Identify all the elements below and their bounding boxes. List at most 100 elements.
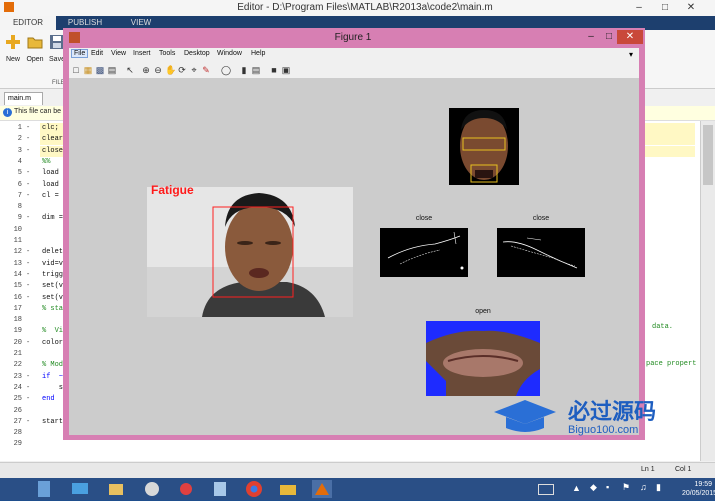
battery-icon[interactable]: ▮: [656, 482, 661, 493]
zoom-in-icon[interactable]: ⊕: [141, 65, 151, 75]
editor-titlebar: Editor - D:\Program Files\MATLAB\R2013a\…: [0, 0, 715, 17]
media-icon[interactable]: [142, 480, 162, 498]
file-tab-main[interactable]: main.m: [4, 92, 43, 105]
chrome-icon[interactable]: [244, 480, 264, 498]
snipping-tool-icon[interactable]: [176, 480, 196, 498]
line-number: 8: [17, 203, 22, 212]
remote-desktop-icon[interactable]: [70, 480, 90, 498]
edit-plot-icon[interactable]: ↖: [125, 65, 135, 75]
legend-icon[interactable]: ▤: [251, 65, 261, 75]
figure-canvas: Fatigue close close open: [69, 79, 639, 435]
save-figure-icon[interactable]: ▩: [95, 65, 105, 75]
scrollbar-thumb[interactable]: [703, 125, 713, 185]
menubar-arrow-icon[interactable]: ▾: [629, 50, 633, 59]
breakpoint-marker[interactable]: -: [26, 271, 30, 279]
line-number: 21: [13, 350, 22, 358]
line-number: 3: [17, 146, 22, 155]
line-number: 29: [13, 440, 22, 449]
line-number: 2: [17, 135, 22, 144]
line-number: 23: [13, 372, 22, 381]
breakpoint-marker[interactable]: -: [26, 214, 30, 222]
open-button[interactable]: Open: [24, 34, 46, 63]
breakpoint-marker[interactable]: -: [26, 181, 30, 189]
line-number: 5: [17, 169, 22, 178]
axes-title-open: open: [475, 308, 491, 315]
data-cursor-icon[interactable]: ⌖: [189, 65, 199, 75]
figure-minimize-button[interactable]: –: [581, 30, 601, 44]
breakpoint-marker[interactable]: -: [26, 192, 30, 200]
clock[interactable]: 19:59 20/05/2015: [682, 480, 715, 498]
code-line[interactable]: clear: [42, 135, 63, 143]
network-icon[interactable]: ▪: [606, 482, 609, 492]
matlab-figure-icon: [69, 32, 80, 43]
new-figure-icon[interactable]: □: [71, 65, 81, 75]
folder-taskbar-icon[interactable]: [278, 480, 298, 498]
hide-tools-icon[interactable]: ■: [269, 65, 279, 75]
breakpoint-marker[interactable]: -: [26, 169, 30, 177]
breakpoint-marker[interactable]: -: [26, 260, 30, 268]
plus-icon: [5, 34, 21, 50]
menu-tools[interactable]: Tools: [159, 50, 175, 57]
code-line[interactable]: %%: [42, 158, 50, 166]
explorer-icon[interactable]: [106, 480, 126, 498]
minimize-button[interactable]: –: [628, 1, 650, 14]
code-comment-fragment: pace propert: [646, 360, 697, 368]
breakpoint-marker[interactable]: -: [26, 147, 30, 155]
menu-file[interactable]: File: [71, 49, 89, 58]
keyboard-icon[interactable]: [538, 484, 554, 495]
bluetooth-icon[interactable]: ◆: [590, 482, 597, 493]
menu-view[interactable]: View: [111, 50, 126, 57]
breakpoint-marker[interactable]: -: [26, 248, 30, 256]
link-plot-icon[interactable]: ◯: [221, 65, 231, 75]
line-number: 9: [17, 214, 22, 223]
menu-help[interactable]: Help: [251, 50, 265, 57]
graduation-cap-logo: [494, 400, 556, 432]
breakpoint-marker[interactable]: -: [26, 124, 30, 132]
line-number: 7: [17, 191, 22, 200]
figure-close-button[interactable]: ✕: [617, 30, 643, 44]
line-number: 28: [13, 429, 22, 438]
code-line[interactable]: close: [42, 147, 63, 155]
figure-toolbar: □ ▦ ▩ ▤ ↖ ⊕ ⊖ ✋ ⟳ ⌖ ✎ ◯ ▮ ▤ ■ ▣: [69, 62, 639, 79]
watermark: 必过源码 Biguo100.com: [490, 392, 715, 442]
close-button[interactable]: ✕: [680, 1, 702, 14]
breakpoint-marker[interactable]: -: [26, 418, 30, 426]
code-line[interactable]: end: [42, 395, 55, 403]
breakpoint-marker[interactable]: -: [26, 135, 30, 143]
breakpoint-marker[interactable]: -: [26, 373, 30, 381]
new-button[interactable]: New: [2, 34, 24, 63]
code-line[interactable]: dim =: [42, 214, 63, 222]
show-tools-icon[interactable]: ▣: [281, 65, 291, 75]
volume-icon[interactable]: ♫: [640, 482, 647, 492]
matlab-taskbar-icon[interactable]: [312, 480, 332, 498]
line-number: 18: [13, 316, 22, 325]
menu-edit[interactable]: Edit: [91, 50, 103, 57]
flag-icon[interactable]: ⚑: [622, 482, 630, 493]
brush-icon[interactable]: ✎: [201, 65, 211, 75]
breakpoint-marker[interactable]: -: [26, 395, 30, 403]
menu-desktop[interactable]: Desktop: [184, 50, 210, 57]
face-image: [147, 187, 353, 317]
calculator-icon[interactable]: [34, 480, 54, 498]
print-icon[interactable]: ▤: [107, 65, 117, 75]
line-number: 17: [13, 304, 22, 313]
pan-icon[interactable]: ✋: [165, 65, 176, 75]
figure-maximize-button[interactable]: □: [599, 30, 619, 44]
figure-title: Figure 1: [334, 32, 372, 43]
breakpoint-marker[interactable]: -: [26, 294, 30, 302]
tray-arrow-icon[interactable]: ▲: [572, 483, 581, 493]
breakpoint-marker[interactable]: -: [26, 282, 30, 290]
maximize-button[interactable]: □: [654, 1, 676, 14]
watermark-cn: 必过源码: [568, 399, 657, 424]
rotate-icon[interactable]: ⟳: [177, 65, 187, 75]
open-file-icon[interactable]: ▦: [83, 65, 93, 75]
breakpoint-marker[interactable]: -: [26, 339, 30, 347]
notepad-icon[interactable]: [210, 480, 230, 498]
menu-window[interactable]: Window: [217, 50, 242, 57]
colorbar-icon[interactable]: ▮: [239, 65, 249, 75]
breakpoint-marker[interactable]: -: [26, 384, 30, 392]
zoom-out-icon[interactable]: ⊖: [153, 65, 163, 75]
code-line[interactable]: clc;: [42, 124, 59, 132]
tab-editor[interactable]: EDITOR: [0, 16, 56, 30]
menu-insert[interactable]: Insert: [133, 50, 151, 57]
